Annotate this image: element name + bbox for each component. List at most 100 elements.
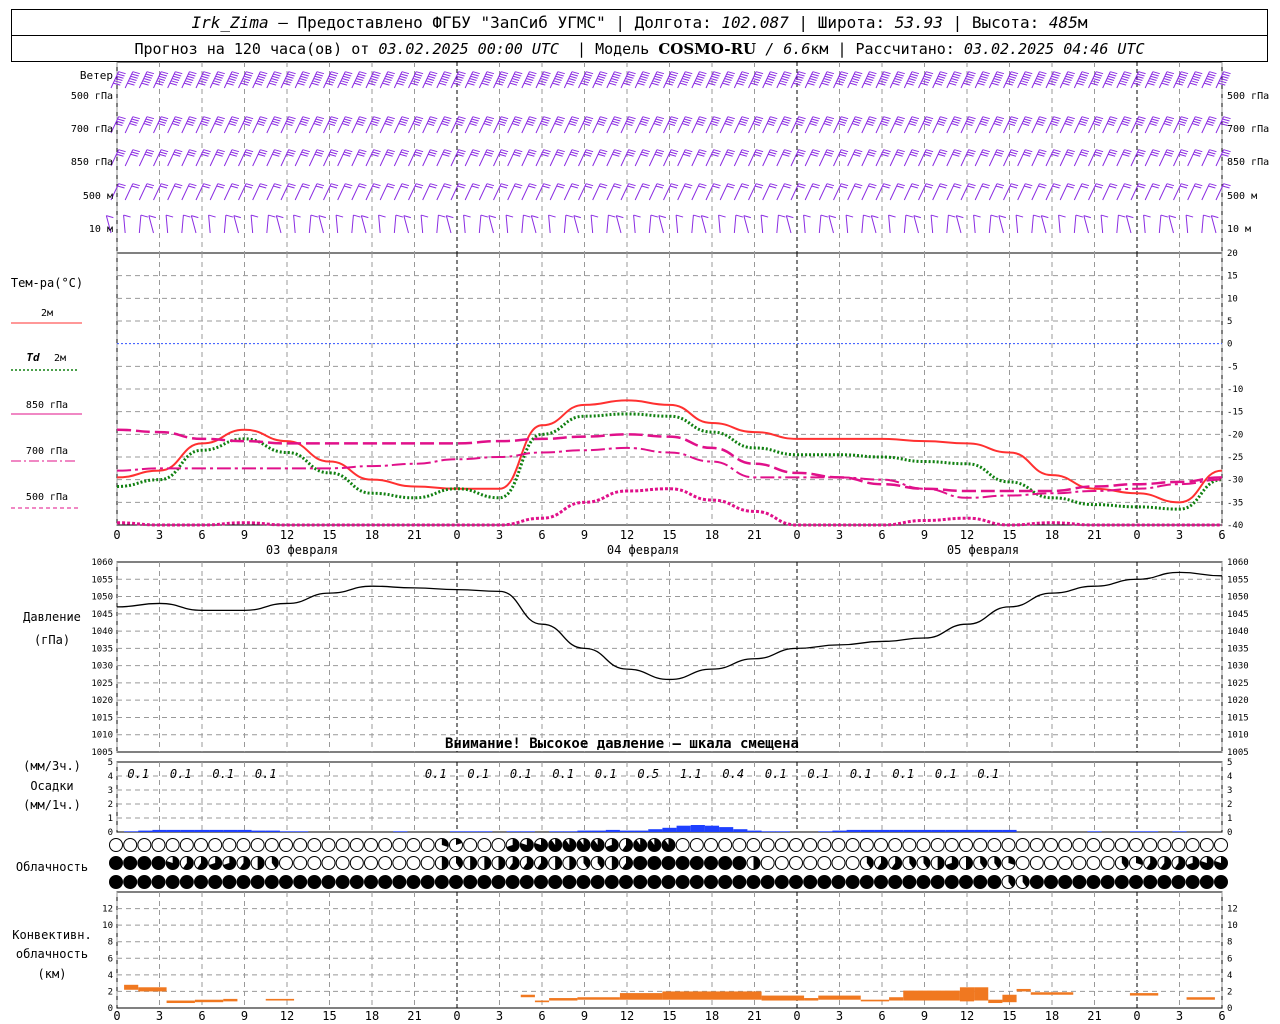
wind-barb-feather	[1038, 151, 1046, 155]
wind-barb-feather	[1020, 80, 1029, 84]
hour-tick: 21	[747, 528, 761, 542]
wind-barb-feather	[1109, 73, 1117, 77]
wind-barb-staff	[1040, 215, 1047, 234]
wind-barb-feather	[995, 185, 1004, 189]
wind-barb-feather	[600, 116, 608, 120]
wind-barb-feather	[851, 123, 860, 127]
wind-barb-feather	[727, 116, 735, 120]
wind-barb-feather	[697, 75, 705, 79]
wind-barb-feather	[565, 214, 574, 218]
wind-barb-feather	[471, 185, 479, 189]
wind-barb-staff	[1088, 71, 1097, 89]
wind-barb-feather	[1207, 120, 1215, 124]
wind-barb-staff	[1059, 149, 1069, 167]
wind-barb-feather	[484, 153, 492, 157]
cloud-circle	[307, 838, 322, 852]
wind-barb-feather	[948, 82, 957, 86]
wind-barb-feather	[1010, 116, 1019, 120]
wind-barb-feather	[1008, 120, 1017, 124]
temp-ytick: 5	[1227, 317, 1232, 327]
wind-barb-feather	[511, 123, 520, 127]
wind-barb-staff	[493, 71, 502, 89]
wind-barb-feather	[922, 123, 931, 127]
wind-barb-feather	[327, 78, 336, 82]
wind-barb-feather	[527, 120, 535, 124]
wind-barb-staff	[733, 183, 743, 201]
temp-ytick: -40	[1227, 521, 1243, 531]
wind-barb-staff	[1168, 215, 1174, 234]
cloud-circle	[930, 838, 945, 852]
wind-barb-feather	[1124, 149, 1132, 153]
wind-barb-feather	[430, 71, 438, 75]
wind-barb-staff	[889, 71, 899, 89]
wind-barb-staff	[762, 71, 771, 89]
wind-barb-feather	[726, 118, 734, 122]
wind-barb-feather	[939, 73, 947, 77]
wind-barb-feather	[440, 80, 448, 84]
wind-barb-staff	[507, 183, 516, 201]
wind-barb-feather	[371, 153, 379, 157]
wind-barb-feather	[373, 183, 381, 187]
wind-barb-feather	[230, 73, 239, 77]
wind-barb-feather	[1208, 185, 1216, 189]
wind-barb-feather	[895, 153, 903, 157]
prec-ytick-left: 4	[108, 772, 113, 782]
wind-barb-feather	[765, 80, 774, 84]
wind-barb-feather	[935, 80, 944, 84]
hour-tick-bottom: 15	[1002, 1009, 1016, 1023]
precip-bar	[818, 831, 833, 832]
wind-barb-feather	[571, 71, 580, 75]
wind-barb-feather	[826, 149, 835, 153]
cloud-fill	[307, 875, 321, 889]
cloud-fill	[662, 856, 675, 870]
wind-barb-feather	[608, 82, 617, 86]
wind-barb-feather	[725, 120, 733, 124]
wind-barb-staff	[181, 183, 190, 201]
hour-tick-bottom: 12	[960, 1009, 974, 1023]
wind-barb-feather	[996, 71, 1005, 75]
cloud-circle	[1086, 856, 1101, 870]
wind-barb-feather	[1081, 116, 1090, 120]
wind-barb-feather	[557, 149, 565, 153]
wind-barb-feather	[952, 153, 960, 157]
wind-barb-feather	[484, 75, 492, 79]
wind-barb-feather	[612, 120, 620, 124]
wind-barb-feather	[316, 71, 325, 75]
wind-barb-feather	[387, 183, 395, 187]
wind-barb-feather	[189, 116, 197, 120]
wind-barb-feather	[810, 75, 818, 79]
pres-ytick-left: 1030	[91, 662, 113, 672]
wind-barb-staff	[1158, 183, 1168, 201]
wind-barb-feather	[996, 116, 1005, 120]
wind-barb-staff	[803, 215, 806, 234]
wind-barb-feather	[923, 75, 932, 79]
wind-barb-feather	[770, 183, 778, 187]
wind-barb-feather	[869, 71, 877, 75]
wind-barb-staff	[1102, 183, 1111, 201]
wind-barb-feather	[1083, 215, 1091, 219]
wind-barb-feather	[967, 151, 975, 155]
wind-barb-staff	[776, 149, 785, 167]
wind-barb-feather	[371, 75, 379, 79]
wind-barb-feather	[867, 75, 875, 79]
wind-barb-staff	[804, 183, 814, 201]
wind-barb-staff	[351, 71, 360, 89]
wind-barb-feather	[1123, 151, 1131, 155]
wind-barb-feather	[1160, 214, 1169, 218]
precip-amount-label: 0.1	[212, 767, 234, 781]
cloud-fill	[647, 856, 661, 870]
cloud-fill	[407, 875, 420, 889]
wind-barb-feather	[373, 149, 381, 153]
wind-barb-feather	[881, 120, 889, 124]
wind-barb-feather	[573, 215, 581, 219]
wind-barb-feather	[939, 185, 947, 189]
conv-title-2: облачность	[16, 947, 88, 961]
cloud-circle	[293, 838, 308, 852]
wind-barb-feather	[883, 116, 891, 120]
wind-barb-feather	[173, 120, 181, 124]
wind-level-left: 500 гПа	[71, 91, 113, 102]
wind-barb-staff	[181, 116, 190, 134]
wind-barb-feather	[611, 78, 619, 82]
wind-barb-feather	[626, 153, 634, 157]
wind-barb-feather	[684, 73, 692, 77]
